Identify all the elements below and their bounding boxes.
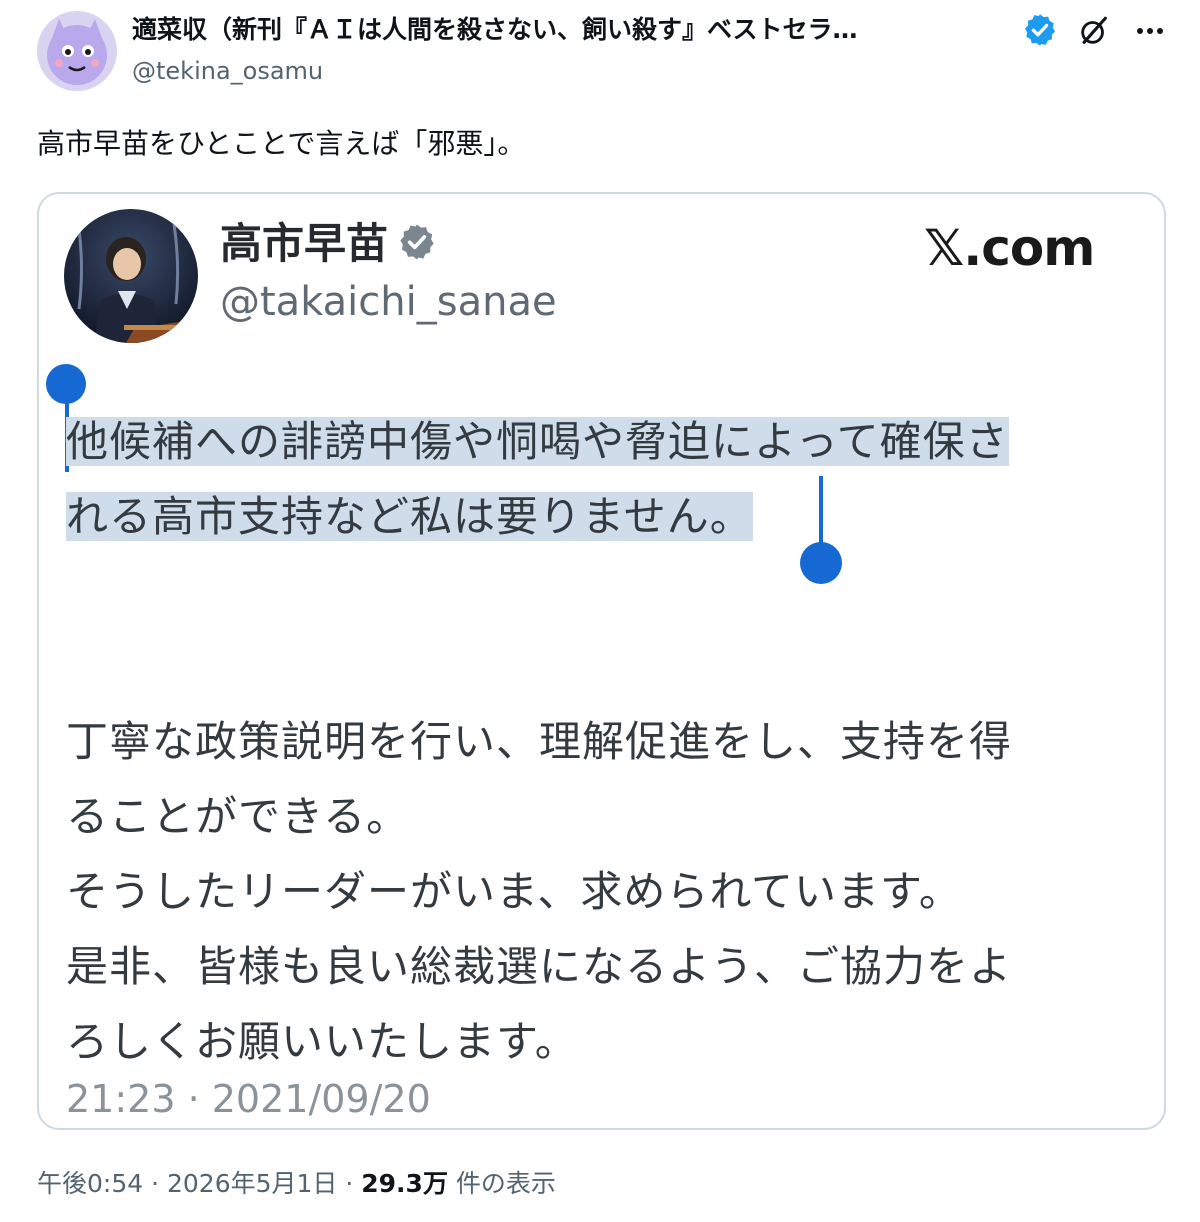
quoted-verified-icon: [397, 222, 437, 262]
x-com-logo: 𝕏.com: [924, 219, 1095, 277]
quoted-body-line: 是非、皆様も良い総裁選になるよう、ご協力をよ: [66, 942, 1013, 991]
quoted-body-line: 丁寧な政策説明を行い、理解促進をし、支持を得: [66, 717, 1013, 766]
quoted-name: 高市早苗: [220, 219, 389, 268]
verified-badge-icon[interactable]: [1022, 12, 1058, 48]
post-timestamp[interactable]: 午後0:54 · 2026年5月1日 ·: [37, 1169, 361, 1198]
quoted-avatar: [64, 209, 198, 343]
quoted-body-line: そうしたリーダーがいま、求められています。: [66, 867, 962, 916]
author-avatar[interactable]: [37, 11, 117, 91]
more-icon[interactable]: [1130, 14, 1170, 48]
author-name[interactable]: 適菜収（新刊『ＡＩは人間を殺さない、飼い殺す』ベストセラ…: [132, 10, 1012, 50]
selected-text-line[interactable]: れる高市支持など私は要りません。: [66, 492, 753, 541]
grok-icon[interactable]: [1077, 14, 1111, 48]
quoted-handle: @takaichi_sanae: [220, 279, 557, 325]
quoted-body-line: ろしくお願いいたします。: [66, 1017, 578, 1066]
post-meta: 午後0:54 · 2026年5月1日 · 29.3万 件の表示: [37, 1166, 556, 1202]
author-handle[interactable]: @tekina_osamu: [132, 54, 323, 88]
quoted-timestamp: 21:23 · 2021/09/20: [66, 1077, 431, 1121]
quoted-screenshot-card[interactable]: 高市早苗 @takaichi_sanae 𝕏.com 他候補への誹謗中傷や恫喝や…: [37, 192, 1166, 1130]
quoted-body-line: ることができる。: [66, 792, 410, 841]
post-text: 高市早苗をひとことで言えば「邪悪」。: [37, 127, 526, 160]
views-label: 件の表示: [447, 1169, 556, 1198]
views-count: 29.3万: [361, 1169, 448, 1198]
selected-text-line[interactable]: 他候補への誹謗中傷や恫喝や脅迫によって確保さ: [66, 417, 1009, 466]
quoted-body: 他候補への誹謗中傷や恫喝や脅迫によって確保さ れる高市支持など私は要りません。 …: [66, 404, 1146, 1079]
